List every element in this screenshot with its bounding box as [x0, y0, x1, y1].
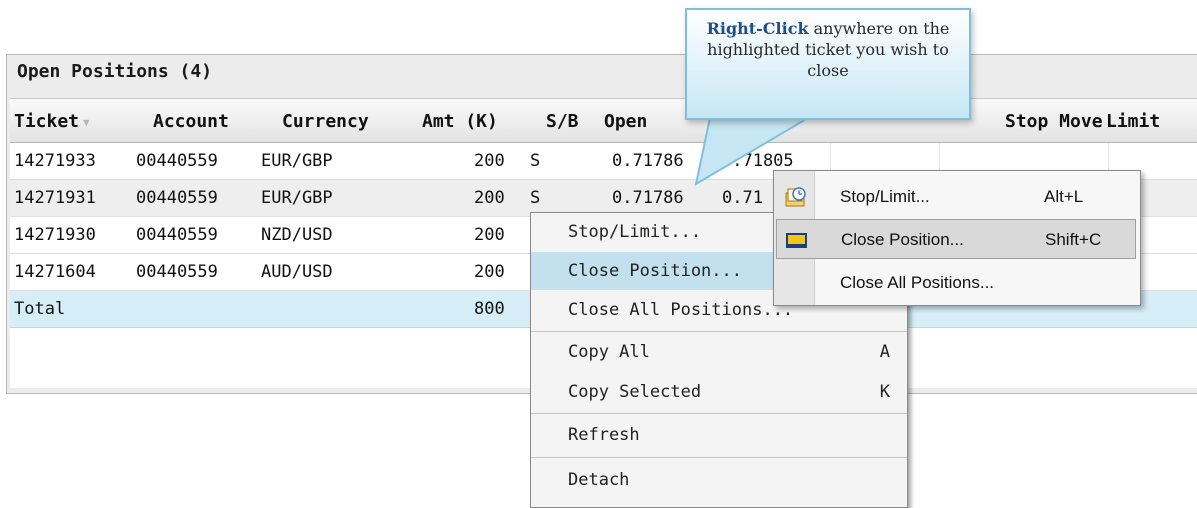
column-limit[interactable]: Limit	[1106, 111, 1160, 132]
grid-header: Ticket ▼ Account Currency Amt (K) S/B Ope…	[10, 99, 1197, 143]
cell-close: 0.71	[722, 188, 763, 208]
menu-item-shortcut: K	[879, 382, 890, 402]
cell-account: 00440559	[136, 151, 218, 171]
menu-item-refresh[interactable]: Refresh	[531, 416, 907, 454]
position-menu: Stop/Limit... Alt+L Close Position... Sh…	[773, 170, 1141, 306]
total-amt: 800	[474, 299, 505, 319]
menu-item-label: Close Position...	[841, 230, 964, 249]
close-position-icon	[786, 233, 807, 248]
cell-sb: S	[530, 151, 541, 171]
cell-account: 00440559	[136, 188, 218, 208]
cell-account: 00440559	[136, 262, 218, 282]
menu-item-copy-selected[interactable]: Copy Selected K	[531, 373, 907, 411]
menu-item-label: Stop/Limit...	[568, 222, 702, 242]
menu-item-copy-all[interactable]: Copy All A	[531, 333, 907, 371]
menu-separator	[531, 457, 907, 458]
cell-ticket: 14271604	[14, 262, 96, 282]
total-label: Total	[14, 299, 66, 319]
cell-currency: NZD/USD	[261, 225, 333, 245]
menu-item-label: Copy Selected	[568, 382, 702, 402]
menu-item-label: Close All Positions...	[568, 300, 794, 320]
cell-currency: EUR/GBP	[261, 151, 333, 171]
cell-amt: 200	[474, 225, 505, 245]
cell-open: 0.71786	[612, 151, 684, 171]
column-open[interactable]: Open	[604, 111, 647, 132]
panel-title: Open Positions (4)	[17, 61, 213, 82]
menu-item-label: Detach	[568, 470, 630, 490]
cell-ticket: 14271933	[14, 151, 96, 171]
menu-item-shortcut: Alt+L	[1044, 187, 1084, 206]
column-account[interactable]: Account	[153, 111, 229, 132]
cell-ticket: 14271930	[14, 225, 96, 245]
menu-item-shortcut: Shift+C	[1045, 230, 1102, 249]
menu-separator	[531, 331, 907, 332]
sort-down-icon: ▼	[83, 115, 90, 129]
menu-item-detach[interactable]: Detach	[531, 461, 907, 499]
stop-limit-icon	[785, 187, 806, 207]
column-sb[interactable]: S/B	[546, 111, 579, 132]
menu-item-label: Refresh	[568, 425, 640, 445]
column-currency[interactable]: Currency	[282, 111, 369, 132]
instruction-callout: Right-Click anywhere on the highlighted …	[685, 8, 971, 120]
cell-amt: 200	[474, 151, 505, 171]
menu-item-label: Close All Positions...	[840, 273, 995, 292]
cell-sb: S	[530, 188, 541, 208]
column-amt[interactable]: Amt (K)	[422, 111, 498, 132]
menu-separator	[531, 413, 907, 414]
menu-item-label: Close Position...	[568, 261, 742, 281]
menu-item-close-all-positions[interactable]: Close All Positions...	[776, 263, 1136, 303]
cell-amt: 200	[474, 262, 505, 282]
menu-item-shortcut: A	[879, 342, 890, 362]
cell-ticket: 14271931	[14, 188, 96, 208]
cell-amt: 200	[474, 188, 505, 208]
cell-account: 00440559	[136, 225, 218, 245]
column-ticket[interactable]: Ticket ▼	[14, 111, 90, 132]
column-stop-move[interactable]: Stop Move	[1005, 111, 1103, 132]
menu-item-label: Copy All	[568, 342, 650, 362]
menu-item-label: Stop/Limit...	[840, 187, 930, 206]
cell-currency: AUD/USD	[261, 262, 333, 282]
cell-open: 0.71786	[612, 188, 684, 208]
cell-currency: EUR/GBP	[261, 188, 333, 208]
callout-bold: Right-Click	[706, 19, 809, 38]
menu-item-stop-limit[interactable]: Stop/Limit... Alt+L	[776, 177, 1136, 217]
menu-item-close-position[interactable]: Close Position... Shift+C	[776, 219, 1136, 259]
